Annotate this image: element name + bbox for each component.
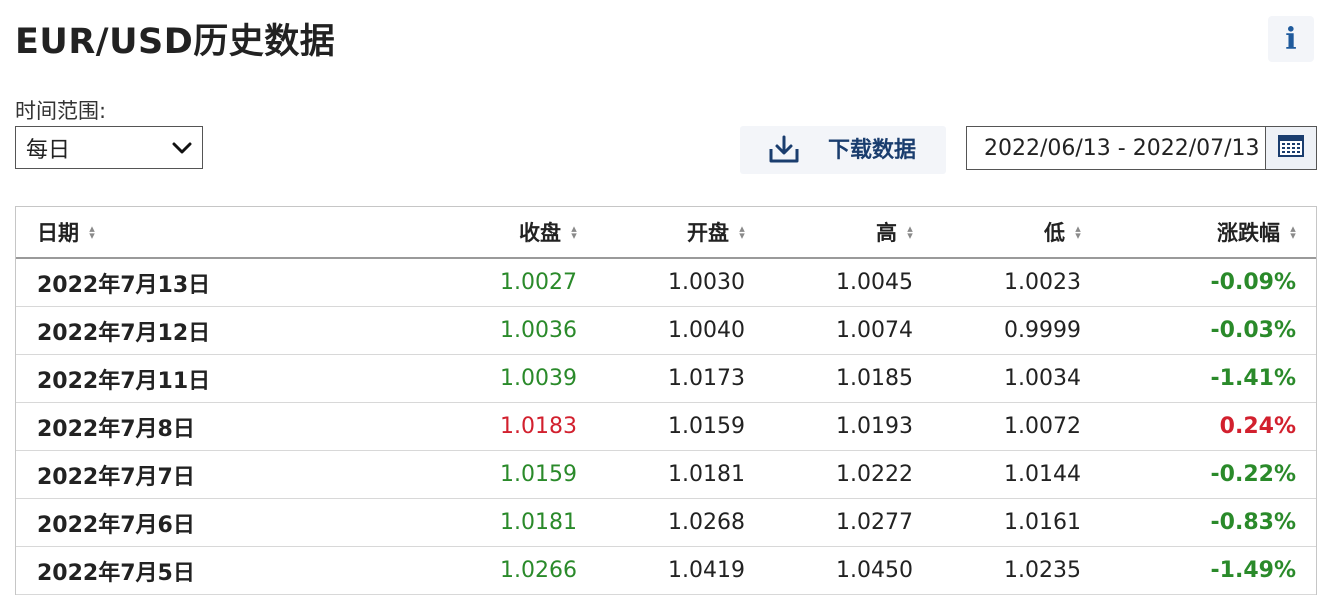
download-data-label: 下载数据 [828, 138, 917, 163]
table-row: 2022年7月8日 1.0183 1.0159 1.0193 1.0072 0.… [16, 403, 1316, 451]
cell-low: 1.0072 [1004, 414, 1081, 439]
cell-date: 2022年7月12日 [37, 320, 211, 346]
date-range-input[interactable]: 2022/06/13 - 2022/07/13 [966, 126, 1266, 170]
cell-date: 2022年7月7日 [37, 464, 195, 490]
cell-open: 1.0173 [668, 366, 745, 391]
time-range-label: 时间范围: [15, 99, 107, 123]
sort-icon: ▴ ▾ [907, 222, 913, 242]
cell-open: 1.0419 [668, 558, 745, 583]
cell-close: 1.0159 [500, 462, 577, 487]
cell-change: -0.03% [1210, 318, 1296, 343]
table-row: 2022年7月11日 1.0039 1.0173 1.0185 1.0034 -… [16, 355, 1316, 403]
sort-icon: ▴ ▾ [1075, 222, 1081, 242]
cell-high: 1.0450 [836, 558, 913, 583]
cell-close: 1.0266 [500, 558, 577, 583]
sort-icon: ▴ ▾ [89, 222, 95, 242]
cell-open: 1.0181 [668, 462, 745, 487]
calendar-icon [1278, 135, 1304, 161]
date-range-value: 2022/06/13 - 2022/07/13 [984, 135, 1260, 161]
calendar-button[interactable] [1265, 126, 1317, 170]
cell-change: 0.24% [1219, 414, 1296, 439]
table-row: 2022年7月6日 1.0181 1.0268 1.0277 1.0161 -0… [16, 499, 1316, 547]
sort-icon: ▴ ▾ [739, 222, 745, 242]
cell-low: 1.0144 [1004, 462, 1081, 487]
table-header: 日期 ▴ ▾ 收盘 ▴ ▾ 开盘 ▴ ▾ 高 ▴ ▾ 低 ▴ ▾ 涨跌幅 ▴ ▾ [16, 207, 1316, 259]
cell-low: 1.0034 [1004, 366, 1081, 391]
time-range-value: 每日 [26, 137, 71, 163]
cell-high: 1.0185 [836, 366, 913, 391]
table-row: 2022年7月12日 1.0036 1.0040 1.0074 0.9999 -… [16, 307, 1316, 355]
cell-change: -1.49% [1210, 558, 1296, 583]
cell-open: 1.0268 [668, 510, 745, 535]
cell-change: -0.83% [1210, 510, 1296, 535]
cell-high: 1.0277 [836, 510, 913, 535]
column-header-date[interactable]: 日期 ▴ ▾ [37, 207, 96, 257]
cell-low: 0.9999 [1004, 318, 1081, 343]
table-row: 2022年7月13日 1.0027 1.0030 1.0045 1.0023 -… [16, 259, 1316, 307]
cell-close: 1.0181 [500, 510, 577, 535]
table-row: 2022年7月7日 1.0159 1.0181 1.0222 1.0144 -0… [16, 451, 1316, 499]
time-range-select[interactable]: 每日 [15, 126, 203, 169]
cell-close: 1.0036 [500, 318, 577, 343]
cell-close: 1.0027 [500, 270, 577, 295]
page-title: EUR/USD历史数据 [15, 22, 336, 62]
historical-data-table: 日期 ▴ ▾ 收盘 ▴ ▾ 开盘 ▴ ▾ 高 ▴ ▾ 低 ▴ ▾ 涨跌幅 ▴ ▾ 2022年… [15, 206, 1317, 595]
column-header-open[interactable]: 开盘 ▴ ▾ [687, 207, 746, 257]
sort-icon: ▴ ▾ [1290, 222, 1296, 242]
cell-date: 2022年7月11日 [37, 368, 211, 394]
cell-date: 2022年7月8日 [37, 416, 195, 442]
cell-change: -0.09% [1210, 270, 1296, 295]
cell-change: -1.41% [1210, 366, 1296, 391]
cell-close: 1.0183 [500, 414, 577, 439]
info-icon: i [1285, 21, 1297, 57]
download-icon [768, 135, 800, 169]
cell-high: 1.0074 [836, 318, 913, 343]
cell-low: 1.0161 [1004, 510, 1081, 535]
cell-high: 1.0045 [836, 270, 913, 295]
sort-icon: ▴ ▾ [571, 222, 577, 242]
cell-date: 2022年7月5日 [37, 560, 195, 586]
cell-open: 1.0030 [668, 270, 745, 295]
table-row: 2022年7月5日 1.0266 1.0419 1.0450 1.0235 -1… [16, 547, 1316, 595]
cell-low: 1.0023 [1004, 270, 1081, 295]
download-data-button[interactable]: 下载数据 [740, 126, 946, 174]
cell-date: 2022年7月6日 [37, 512, 195, 538]
cell-date: 2022年7月13日 [37, 272, 211, 298]
column-header-close[interactable]: 收盘 ▴ ▾ [519, 207, 578, 257]
column-header-change[interactable]: 涨跌幅 ▴ ▾ [1217, 207, 1297, 257]
column-header-high[interactable]: 高 ▴ ▾ [876, 207, 914, 257]
cell-low: 1.0235 [1004, 558, 1081, 583]
chevron-down-icon [172, 141, 192, 155]
info-button[interactable]: i [1268, 16, 1314, 62]
cell-change: -0.22% [1210, 462, 1296, 487]
cell-open: 1.0159 [668, 414, 745, 439]
cell-open: 1.0040 [668, 318, 745, 343]
cell-high: 1.0193 [836, 414, 913, 439]
cell-high: 1.0222 [836, 462, 913, 487]
cell-close: 1.0039 [500, 366, 577, 391]
column-header-low[interactable]: 低 ▴ ▾ [1044, 207, 1082, 257]
